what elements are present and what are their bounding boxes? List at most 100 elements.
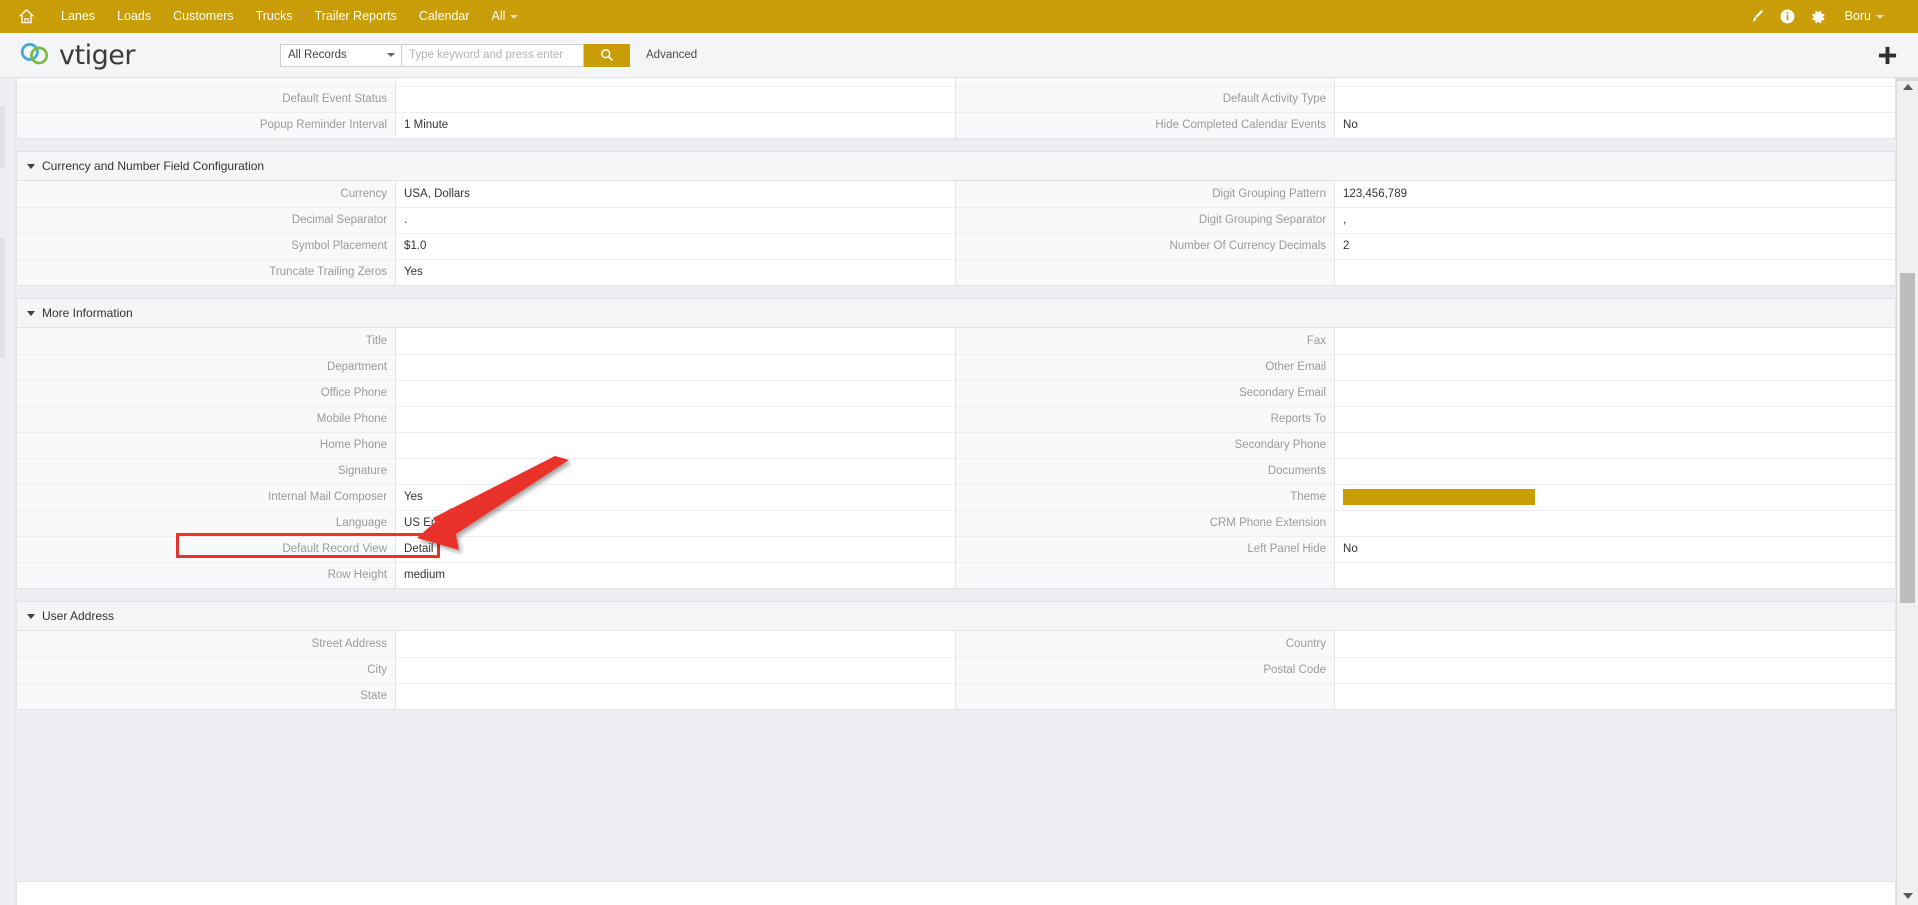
field-value[interactable]	[1334, 457, 1895, 484]
info-icon[interactable]	[1773, 0, 1803, 33]
field-value[interactable]: Yes	[395, 483, 957, 510]
field-row: City Postal Code	[17, 656, 1895, 683]
field-value[interactable]	[395, 353, 957, 380]
field-label: Signature	[17, 457, 397, 484]
scroll-down-button[interactable]	[1897, 887, 1918, 905]
field-value[interactable]: 123,456,789	[1334, 181, 1895, 207]
field-value[interactable]: medium	[395, 561, 957, 588]
field-value[interactable]	[395, 405, 957, 432]
field-table: Default Event Status Default Activity Typ…	[17, 78, 1895, 138]
field-label: Popup Reminder Interval	[17, 111, 397, 138]
user-menu-button[interactable]: Boru	[1833, 0, 1888, 33]
field-value[interactable]	[1334, 328, 1895, 354]
block-header-user-address[interactable]: User Address	[17, 602, 1895, 631]
nav-item-all[interactable]: All	[481, 0, 530, 33]
field-value[interactable]: $1.0	[395, 232, 957, 259]
chevron-down-icon	[510, 14, 519, 19]
nav-item-trailer-reports[interactable]: Trailer Reports	[304, 0, 408, 33]
vertical-scrollbar[interactable]	[1896, 78, 1918, 905]
field-value[interactable]	[1334, 483, 1895, 510]
field-value[interactable]: 2	[1334, 232, 1895, 259]
left-rail-tab	[0, 238, 5, 358]
paintbrush-icon[interactable]	[1743, 0, 1773, 33]
field-label: Decimal Separator	[17, 206, 397, 233]
gear-icon[interactable]	[1803, 0, 1833, 33]
detail-view-page: Default Event Status Default Activity Typ…	[0, 78, 1918, 905]
home-icon[interactable]	[12, 0, 40, 33]
field-value[interactable]	[1334, 656, 1895, 683]
field-value[interactable]: Yes	[395, 258, 957, 285]
field-row: Symbol Placement $1.0 Number Of Currency D…	[17, 232, 1895, 259]
field-value[interactable]	[1334, 379, 1895, 406]
field-row: Popup Reminder Interval 1 Minute Hide Comp…	[17, 111, 1895, 138]
field-value[interactable]: Detail	[395, 535, 957, 562]
field-value[interactable]	[395, 682, 957, 709]
field-value[interactable]	[395, 328, 957, 354]
caret-down-icon	[1902, 893, 1913, 899]
vtiger-logo[interactable]: vtiger	[18, 40, 248, 70]
field-label: State	[17, 682, 397, 709]
field-label: Country	[955, 631, 1336, 657]
field-value[interactable]: No	[1334, 535, 1895, 562]
field-label: Department	[17, 353, 397, 380]
field-table: Title Fax Department Other Email Office Phon…	[17, 328, 1895, 588]
field-value[interactable]	[1334, 631, 1895, 657]
advanced-search-link[interactable]: Advanced	[646, 49, 697, 61]
field-value[interactable]	[1334, 258, 1895, 285]
field-value[interactable]	[1334, 561, 1895, 588]
field-row: Default Event Status Default Activity Typ…	[17, 85, 1895, 112]
field-label: Hide Completed Calendar Events	[955, 111, 1336, 138]
nav-item-customers[interactable]: Customers	[162, 0, 244, 33]
field-value[interactable]	[1334, 431, 1895, 458]
field-label: Currency	[17, 181, 397, 207]
field-row: Decimal Separator. Digit Grouping Separat…	[17, 206, 1895, 233]
field-value[interactable]: ,	[1334, 206, 1895, 233]
field-row: Signature Documents	[17, 457, 1895, 484]
theme-color-swatch[interactable]	[1343, 489, 1536, 505]
field-label: Reports To	[955, 405, 1336, 432]
nav-item-lanes[interactable]: Lanes	[50, 0, 106, 33]
field-value[interactable]: US English	[395, 509, 957, 536]
field-label: Fax	[955, 328, 1336, 354]
nav-item-loads[interactable]: Loads	[106, 0, 162, 33]
field-value[interactable]	[1334, 405, 1895, 432]
field-value[interactable]	[1334, 78, 1895, 86]
field-row: Office Phone Secondary Email	[17, 379, 1895, 406]
field-value[interactable]	[1334, 353, 1895, 380]
block-header-currency-config[interactable]: Currency and Number Field Configuration	[17, 152, 1895, 181]
global-search-bar: vtiger All Records Advanced	[0, 33, 1918, 78]
field-value[interactable]	[1334, 509, 1895, 536]
field-label: Documents	[955, 457, 1336, 484]
field-value[interactable]	[395, 379, 957, 406]
search-input[interactable]	[402, 43, 584, 67]
field-value[interactable]	[395, 78, 957, 86]
field-value[interactable]	[395, 631, 957, 657]
field-value[interactable]	[1334, 682, 1895, 709]
field-label: Secondary Phone	[955, 431, 1336, 458]
left-rail-tab	[0, 106, 5, 168]
field-value[interactable]	[395, 656, 957, 683]
field-row: Truncate Trailing Zeros Yes	[17, 258, 1895, 285]
field-value[interactable]	[395, 85, 957, 112]
search-button[interactable]	[584, 43, 630, 67]
nav-label: Loads	[117, 9, 152, 23]
field-label: CRM Phone Extension	[955, 509, 1336, 536]
scrollbar-thumb[interactable]	[1900, 273, 1915, 603]
field-label: Default Event Status	[17, 85, 397, 112]
scrollbar-top-stub	[1896, 78, 1918, 81]
top-navigation-bar: Lanes Loads Customers Trucks Trailer Rep…	[0, 0, 1918, 33]
field-value[interactable]: 1 Minute	[395, 111, 957, 138]
block-header-more-information[interactable]: More Information	[17, 299, 1895, 328]
field-value[interactable]	[395, 431, 957, 458]
nav-item-calendar[interactable]: Calendar	[408, 0, 481, 33]
caret-down-icon	[27, 613, 35, 619]
top-nav-actions: Boru	[1743, 0, 1904, 33]
add-record-button[interactable]	[1874, 42, 1900, 68]
nav-item-trucks[interactable]: Trucks	[245, 0, 304, 33]
field-value[interactable]	[1334, 85, 1895, 112]
field-value[interactable]: .	[395, 206, 957, 233]
field-value[interactable]: USA, Dollars	[395, 181, 957, 207]
field-value[interactable]: No	[1334, 111, 1895, 138]
field-value[interactable]	[395, 457, 957, 484]
search-scope-select[interactable]: All Records	[280, 43, 402, 67]
